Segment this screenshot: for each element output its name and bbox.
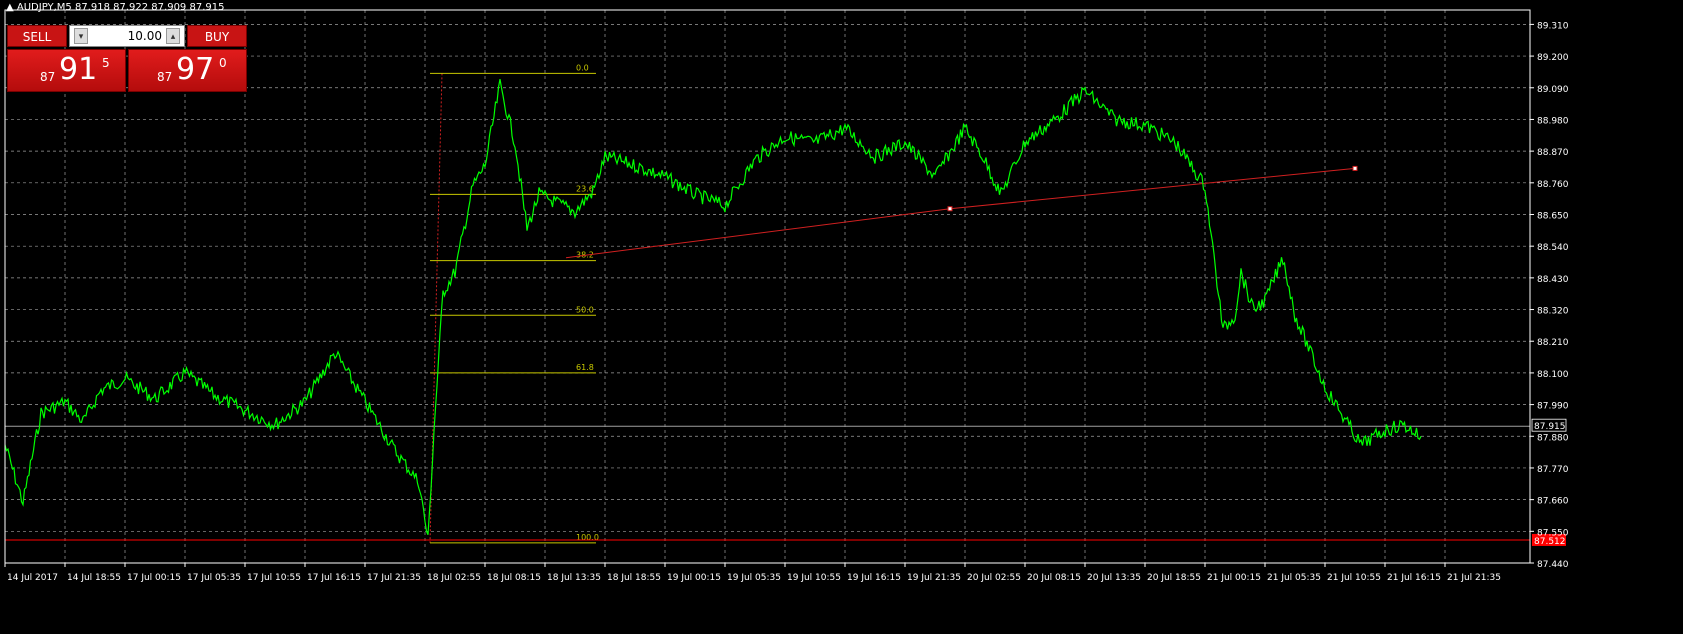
x-tick-label: 18 Jul 02:55 bbox=[427, 573, 481, 583]
x-tick-label: 20 Jul 13:35 bbox=[1087, 573, 1141, 583]
x-tick-label: 19 Jul 21:35 bbox=[907, 573, 961, 583]
x-tick-label: 17 Jul 16:15 bbox=[307, 573, 361, 583]
x-tick-label: 19 Jul 00:15 bbox=[667, 573, 721, 583]
buy-price-prefix: 87 bbox=[157, 70, 173, 84]
y-tick-label: 87.660 bbox=[1537, 497, 1569, 507]
x-tick-label: 14 Jul 18:55 bbox=[67, 573, 121, 583]
buy-price-button[interactable]: 87 97 0 bbox=[128, 49, 247, 92]
chart-window[interactable]: 0.0 23.6 38.2 50.0 61.8 100.0 87.915 87.512 89… bbox=[0, 0, 1683, 630]
fibonacci-level-label: 61.8 bbox=[576, 363, 594, 372]
x-tick-label: 21 Jul 05:35 bbox=[1267, 573, 1321, 583]
y-tick-label: 87.550 bbox=[1537, 528, 1569, 538]
x-tick-label: 20 Jul 18:55 bbox=[1147, 573, 1201, 583]
x-tick-label: 21 Jul 00:15 bbox=[1207, 573, 1261, 583]
y-tick-label: 89.200 bbox=[1537, 53, 1569, 63]
sell-button[interactable]: SELL bbox=[7, 25, 67, 47]
x-tick-label: 19 Jul 16:15 bbox=[847, 573, 901, 583]
y-tick-label: 87.990 bbox=[1537, 402, 1569, 412]
x-tick-label: 21 Jul 10:55 bbox=[1327, 573, 1381, 583]
y-tick-label: 89.090 bbox=[1537, 85, 1569, 95]
alert-price-label: 87.512 bbox=[1534, 537, 1566, 547]
lot-size-field[interactable]: ▾ 10.00 ▴ bbox=[69, 25, 185, 47]
y-tick-label: 88.430 bbox=[1537, 275, 1569, 285]
x-tick-label: 18 Jul 08:15 bbox=[487, 573, 541, 583]
y-tick-label: 88.650 bbox=[1537, 211, 1569, 221]
trade-panel-top-row: SELL ▾ 10.00 ▴ BUY bbox=[7, 25, 247, 47]
y-tick-label: 88.210 bbox=[1537, 338, 1569, 348]
buy-price-pip: 0 bbox=[219, 56, 227, 70]
chart-background bbox=[0, 0, 1683, 630]
symbol-header: ▲ AUDJPY,M5 87.918 87.922 87.909 87.915 bbox=[6, 2, 224, 13]
fibonacci-level-label: 100.0 bbox=[576, 533, 599, 542]
x-tick-label: 14 Jul 2017 bbox=[7, 573, 58, 583]
x-tick-label: 21 Jul 16:15 bbox=[1387, 573, 1441, 583]
x-tick-label: 19 Jul 05:35 bbox=[727, 573, 781, 583]
lot-decrease-icon[interactable]: ▾ bbox=[74, 28, 88, 44]
y-tick-label: 88.760 bbox=[1537, 180, 1569, 190]
y-tick-label: 88.870 bbox=[1537, 148, 1569, 158]
sell-price-button[interactable]: 87 91 5 bbox=[7, 49, 126, 92]
buy-button[interactable]: BUY bbox=[187, 25, 247, 47]
x-tick-label: 17 Jul 10:55 bbox=[247, 573, 301, 583]
y-tick-label: 88.100 bbox=[1537, 370, 1569, 380]
fibonacci-level-label: 0.0 bbox=[576, 63, 589, 72]
symbol-quote-text: AUDJPY,M5 87.918 87.922 87.909 87.915 bbox=[16, 2, 225, 13]
y-tick-label: 87.770 bbox=[1537, 465, 1569, 475]
x-tick-label: 20 Jul 08:15 bbox=[1027, 573, 1081, 583]
x-tick-label: 19 Jul 10:55 bbox=[787, 573, 841, 583]
x-tick-label: 17 Jul 00:15 bbox=[127, 573, 181, 583]
x-tick-label: 17 Jul 21:35 bbox=[367, 573, 421, 583]
y-tick-label: 89.310 bbox=[1537, 21, 1569, 31]
sell-price-prefix: 87 bbox=[40, 70, 56, 84]
x-tick-label: 20 Jul 02:55 bbox=[967, 573, 1021, 583]
fibonacci-level-label: 23.6 bbox=[576, 184, 594, 193]
buy-price-main: 97 bbox=[176, 52, 215, 87]
sell-price-main: 91 bbox=[59, 52, 98, 87]
y-tick-label: 87.440 bbox=[1537, 560, 1569, 570]
one-click-trading-panel: SELL ▾ 10.00 ▴ BUY 87 91 5 87 97 0 bbox=[7, 25, 247, 92]
x-tick-label: 21 Jul 21:35 bbox=[1447, 573, 1501, 583]
trendline-anchor[interactable] bbox=[1352, 165, 1358, 171]
collapse-arrow-icon[interactable]: ▲ bbox=[6, 2, 14, 13]
y-tick-label: 88.540 bbox=[1537, 243, 1569, 253]
fibonacci-level-label: 50.0 bbox=[576, 305, 594, 314]
bid-price-label: 87.915 bbox=[1534, 422, 1566, 432]
y-tick-label: 87.880 bbox=[1537, 433, 1569, 443]
trendline-anchor[interactable] bbox=[947, 206, 953, 212]
lot-increase-icon[interactable]: ▴ bbox=[166, 28, 180, 44]
sell-price-pip: 5 bbox=[102, 56, 110, 70]
x-tick-label: 17 Jul 05:35 bbox=[187, 573, 241, 583]
lot-size-value[interactable]: 10.00 bbox=[128, 26, 162, 46]
x-tick-label: 18 Jul 18:55 bbox=[607, 573, 661, 583]
y-tick-label: 88.320 bbox=[1537, 307, 1569, 317]
y-tick-label: 88.980 bbox=[1537, 116, 1569, 126]
x-tick-label: 18 Jul 13:35 bbox=[547, 573, 601, 583]
price-chart[interactable]: 0.023.638.250.061.8100.0 87.91587.512 89… bbox=[0, 0, 1683, 630]
